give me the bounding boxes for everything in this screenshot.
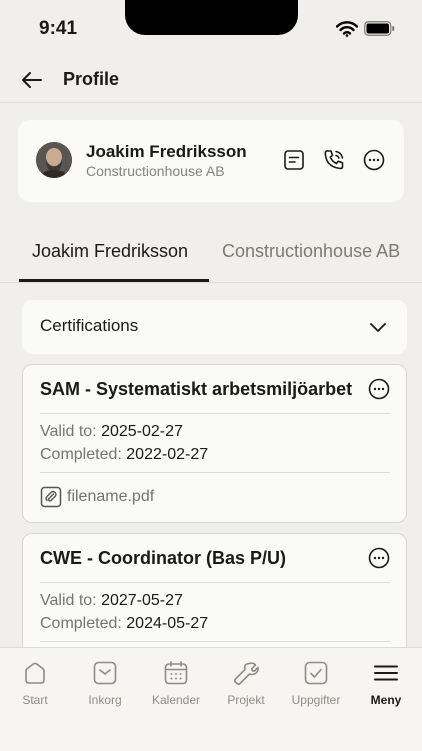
content-scroll[interactable]: Certifications SAM - Systematiskt arbets… <box>0 283 422 647</box>
tab-start[interactable]: Start <box>0 660 70 720</box>
tab-kalender[interactable]: Kalender <box>141 660 211 720</box>
valid-to-row: Valid to: 2027-05-27 <box>40 592 183 610</box>
active-tab-indicator <box>19 279 209 282</box>
tab-meny-label: Meny <box>370 693 402 707</box>
valid-to-row: Valid to: 2025-02-27 <box>40 423 183 441</box>
certification-title: CWE - Coordinator (Bas P/U) <box>40 548 286 568</box>
valid-to-label: Valid to: <box>40 592 97 609</box>
tab-projekt[interactable]: Projekt <box>211 660 281 720</box>
profile-company: Constructionhouse AB <box>86 163 225 179</box>
valid-to-label: Valid to: <box>40 423 97 440</box>
inbox-icon <box>93 661 117 685</box>
calendar-icon <box>164 661 188 685</box>
profile-tabs: Joakim Fredriksson Constructionhouse AB <box>0 228 422 283</box>
back-arrow-icon[interactable] <box>20 68 44 92</box>
certification-card: CWE - Coordinator (Bas P/U) Valid to: 20… <box>22 533 407 647</box>
divider <box>40 413 390 414</box>
completed-label: Completed: <box>40 446 122 463</box>
tab-inkorg-label: Inkorg <box>88 693 122 707</box>
tab-inkorg[interactable]: Inkorg <box>70 660 140 720</box>
valid-to-value: 2027-05-27 <box>101 592 183 609</box>
valid-to-value: 2025-02-27 <box>101 423 183 440</box>
phone-icon[interactable] <box>322 148 346 172</box>
home-icon <box>25 662 45 684</box>
completed-value: 2024-05-27 <box>126 615 209 632</box>
profile-card: Joakim Fredriksson Constructionhouse AB <box>18 120 404 202</box>
status-bar: 9:41 <box>0 0 422 56</box>
tab-uppgifter-label: Uppgifter <box>291 693 341 707</box>
completed-row: Completed: 2024-05-27 <box>40 615 208 633</box>
completed-label: Completed: <box>40 615 122 632</box>
nav-header: Profile <box>0 58 422 103</box>
chevron-down-icon <box>370 323 386 332</box>
certification-card: SAM - Systematiskt arbetsmiljöarbet Vali… <box>22 364 407 523</box>
divider <box>40 472 390 473</box>
battery-icon <box>364 21 395 36</box>
tab-company[interactable]: Constructionhouse AB <box>222 241 400 262</box>
completed-value: 2022-02-27 <box>126 446 209 463</box>
more-options-icon[interactable] <box>367 377 391 401</box>
completed-row: Completed: 2022-02-27 <box>40 446 208 464</box>
wifi-icon <box>336 21 358 37</box>
message-icon[interactable] <box>282 148 306 172</box>
page-title: Profile <box>63 69 120 89</box>
avatar <box>36 142 72 178</box>
tab-meny[interactable]: Meny <box>351 660 421 720</box>
more-options-icon[interactable] <box>367 546 391 570</box>
tab-start-label: Start <box>22 693 48 707</box>
tab-kalender-label: Kalender <box>151 693 201 707</box>
tab-uppgifter[interactable]: Uppgifter <box>281 660 351 720</box>
device-notch <box>125 0 298 35</box>
section-title: Certifications <box>40 316 139 335</box>
bottom-tab-bar: Start Inkorg Kalender Projekt Uppgifter <box>0 647 422 751</box>
tab-projekt-label: Projekt <box>227 693 265 707</box>
status-time: 9:41 <box>39 18 78 39</box>
wrench-icon <box>233 662 259 686</box>
tab-person[interactable]: Joakim Fredriksson <box>32 241 188 262</box>
divider <box>40 582 390 583</box>
attachment-icon <box>40 486 62 508</box>
profile-name: Joakim Fredriksson <box>86 142 247 161</box>
divider <box>40 641 390 642</box>
certification-title: SAM - Systematiskt arbetsmiljöarbet <box>40 379 353 399</box>
checkbox-icon <box>304 661 328 685</box>
attachment-filename: filename.pdf <box>67 488 155 505</box>
more-options-icon[interactable] <box>362 148 386 172</box>
certifications-dropdown[interactable]: Certifications <box>22 300 407 354</box>
menu-icon <box>374 665 398 681</box>
